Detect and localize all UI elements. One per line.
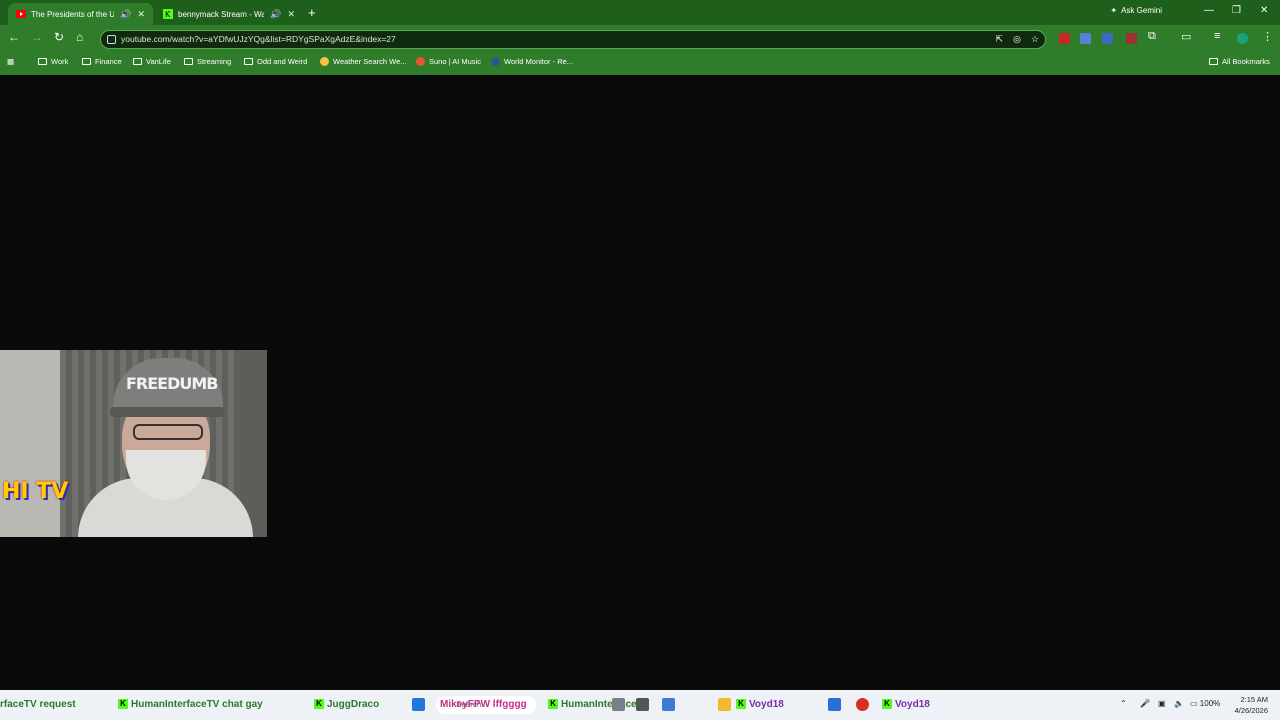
all-bookmarks[interactable]: All Bookmarks — [1209, 57, 1270, 66]
new-tab-icon[interactable]: + — [308, 5, 316, 20]
gemini-icon: ✦ — [1110, 6, 1118, 15]
chrome-icon[interactable] — [856, 698, 869, 711]
chat-ticker-item: K Voyd18 — [882, 699, 930, 710]
bookmark-vanlife[interactable]: VanLife — [133, 57, 171, 66]
tab-presidents[interactable]: The Presidents of the United States... 🔊… — [8, 3, 153, 25]
extensions-puzzle-icon[interactable]: ⧉ — [1148, 30, 1156, 43]
bookmarks-bar: ▦ Work Finance VanLife Streaming Odd and… — [0, 54, 1280, 71]
globe-icon — [491, 57, 500, 66]
extension-badge-icon[interactable] — [1059, 33, 1070, 44]
install-app-icon[interactable]: ⇱ — [996, 34, 1004, 45]
bookmark-weather[interactable]: Weather Search We... — [320, 57, 407, 66]
apps-grid-icon[interactable]: ▦ — [7, 57, 14, 66]
chat-ticker-item: K HumanInterfaceTV — [548, 699, 649, 710]
volume-icon[interactable]: 🔈 — [1174, 699, 1184, 708]
folder-icon — [82, 58, 91, 65]
chat-ticker-item: K HumanInterfaceTV chat gay — [118, 699, 263, 710]
chat-ticker-item: rfaceTV request — [0, 699, 76, 710]
bookmark-streaming[interactable]: Streaming — [184, 57, 231, 66]
bookmark-world-monitor[interactable]: World Monitor - Re... — [491, 57, 573, 66]
bookmark-suno[interactable]: Suno | AI Music — [416, 57, 481, 66]
folder-icon — [38, 58, 47, 65]
battery-status[interactable]: ▭ 100% — [1190, 699, 1220, 708]
taskbar: rfaceTV request K HumanInterfaceTV chat g… — [0, 690, 1280, 720]
tab-bennymack[interactable]: K bennymack Stream - Watch... 🔊 ✕ — [155, 3, 303, 25]
chevron-up-icon[interactable]: ⌃ — [1120, 699, 1127, 708]
extension-icon[interactable] — [1126, 33, 1137, 44]
extension-icon[interactable] — [1102, 33, 1113, 44]
app-icon[interactable] — [662, 698, 675, 711]
profile-avatar[interactable] — [1237, 33, 1248, 44]
tab-strip: The Presidents of the United States... 🔊… — [0, 0, 1280, 25]
weather-icon — [320, 57, 329, 66]
app-icon[interactable] — [636, 698, 649, 711]
address-bar[interactable]: youtube.com/watch?v=aYDfwUJzYQg&list=RDY… — [100, 30, 1046, 49]
back-icon[interactable]: ← — [8, 30, 20, 44]
chat-ticker-item: MikeyFPW lffgggg — [440, 699, 527, 710]
speaker-icon[interactable]: 🔊 — [270, 9, 281, 20]
bookmark-star-icon[interactable]: ☆ — [1031, 34, 1039, 45]
reload-icon[interactable]: ↻ — [54, 30, 64, 44]
menu-dots-icon[interactable]: ⋮ — [1262, 30, 1273, 43]
eye-off-icon[interactable]: ◎ — [1013, 34, 1021, 45]
chat-ticker-item: K JuggDraco — [314, 699, 379, 710]
suno-icon — [416, 57, 425, 66]
tab-title: The Presidents of the United States... — [31, 9, 115, 19]
close-tab-icon[interactable]: ✕ — [137, 9, 145, 20]
bookmark-finance[interactable]: Finance — [82, 57, 122, 66]
folder-icon — [184, 58, 193, 65]
side-panel-icon[interactable]: ▭ — [1181, 30, 1191, 43]
media-controls-icon[interactable]: ≡ — [1214, 30, 1220, 42]
translate-icon[interactable] — [1080, 33, 1091, 44]
kick-icon: K — [314, 699, 324, 710]
forward-icon[interactable]: → — [31, 30, 43, 44]
hitv-logo: HI TV — [2, 479, 69, 504]
browser-chrome: The Presidents of the United States... 🔊… — [0, 0, 1280, 75]
close-window-icon[interactable]: ✕ — [1260, 5, 1268, 16]
svg-text:K: K — [165, 10, 171, 19]
url-text[interactable]: youtube.com/watch?v=aYDfwUJzYQg&list=RDY… — [121, 34, 396, 44]
cap-text: FREEDUMB — [126, 374, 218, 393]
folder-icon — [244, 58, 253, 65]
folder-icon — [133, 58, 142, 65]
microphone-icon[interactable]: 🎤 — [1140, 699, 1150, 708]
restore-icon[interactable]: ❐ — [1232, 5, 1241, 16]
ask-gemini-button[interactable]: ✦ Ask Gemini — [1110, 6, 1162, 15]
bookmark-odd-and-weird[interactable]: Odd and Weird — [244, 57, 307, 66]
file-explorer-icon[interactable] — [718, 698, 731, 711]
kick-icon: K — [882, 699, 892, 710]
webcam-overlay: FREEDUMB HI TV — [0, 350, 267, 537]
kick-icon: K — [736, 699, 746, 710]
battery-icon: ▭ — [1190, 699, 1198, 708]
folder-icon — [1209, 58, 1218, 65]
tab-title: bennymack Stream - Watch... — [178, 9, 265, 19]
close-tab-icon[interactable]: ✕ — [287, 9, 295, 20]
outlook-icon[interactable] — [828, 698, 841, 711]
minimize-icon[interactable]: — — [1204, 5, 1214, 16]
kick-favicon-icon: K — [163, 9, 173, 19]
youtube-favicon-icon — [16, 9, 26, 19]
kick-icon: K — [118, 699, 128, 710]
clock[interactable]: 2:15 AM 4/26/2026 — [1235, 694, 1268, 716]
home-icon[interactable]: ⌂ — [76, 30, 83, 44]
speaker-icon[interactable]: 🔊 — [120, 9, 131, 20]
glasses — [133, 424, 203, 440]
bookmark-work[interactable]: Work — [38, 57, 68, 66]
windows-start-icon[interactable] — [412, 698, 425, 711]
chat-ticker-item: K Voyd18 — [736, 699, 784, 710]
network-icon[interactable]: ▣ — [1158, 699, 1166, 708]
settings-icon[interactable] — [612, 698, 625, 711]
site-info-icon[interactable] — [107, 35, 116, 44]
kick-icon: K — [548, 699, 558, 710]
